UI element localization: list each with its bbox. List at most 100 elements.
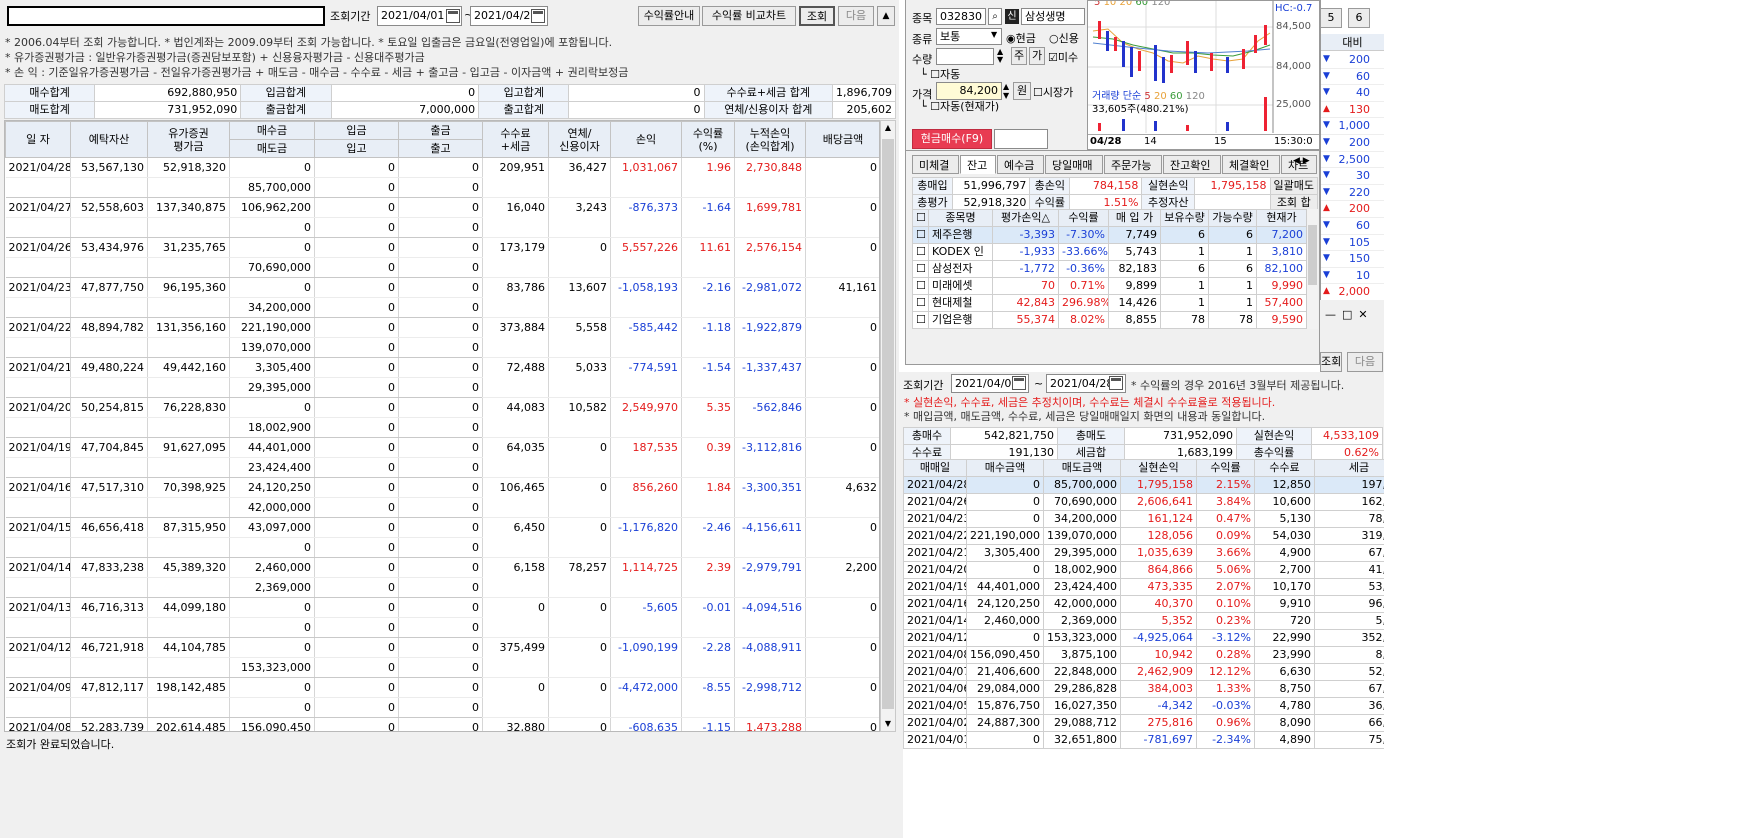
collapse-up-icon[interactable]: ▲ <box>877 6 895 26</box>
calendar-icon[interactable] <box>1109 376 1123 390</box>
hoga-row[interactable]: ▼ 40 <box>1321 85 1384 102</box>
hoga-row[interactable]: ▼ 60 <box>1321 69 1384 86</box>
balance-row[interactable]: ☐ 미래에셋 70 0.71% 9,899 1 1 9,990 <box>912 277 1306 295</box>
balance-col-header[interactable]: 보유수량 <box>1160 209 1209 227</box>
realized-col-header[interactable]: 매수금액 <box>966 459 1044 477</box>
balance-col-header[interactable]: 매 입 가 <box>1108 209 1161 227</box>
realized-next-button[interactable]: 다음 <box>1347 352 1383 372</box>
hoga-row[interactable]: ▼ 200 <box>1321 135 1384 152</box>
hoga-row[interactable]: ▲ 200 <box>1321 201 1384 218</box>
balance-row[interactable]: ☐ 기업은행 55,374 8.02% 8,855 78 78 9,590 <box>912 311 1306 329</box>
table-row[interactable]: 2021/04/23 47,877,750 96,195,360 0 0 0 83,786 1… <box>5 277 879 318</box>
table-row[interactable]: 2021/04/16 47,517,310 70,398,925 24,120,250… <box>5 477 879 518</box>
search-button[interactable]: 조회 <box>799 6 835 26</box>
tab-1[interactable]: 잔고 <box>960 155 996 174</box>
realized-col-header[interactable]: 매매일 <box>903 459 967 477</box>
hoga-row[interactable]: ▼ 30 <box>1321 168 1384 185</box>
realized-col-header[interactable]: 세금 <box>1314 459 1384 477</box>
stepper-icon[interactable]: ▲ ▼ <box>997 48 1003 64</box>
radio-credit[interactable]: ○신용 <box>1049 30 1079 46</box>
hoga-row[interactable]: ▼ 1,000 <box>1321 118 1384 135</box>
realized-col-header[interactable]: 수수료 <box>1254 459 1315 477</box>
table-row[interactable]: 2021/04/28 53,567,130 52,918,320 0 0 0 209,951… <box>5 157 879 198</box>
balance-col-header[interactable]: 평가손익△ <box>992 209 1059 227</box>
table-row[interactable]: 2021/04/14 47,833,238 45,389,320 2,460,000 0… <box>5 557 879 598</box>
realized-row[interactable]: 2021/04/05 15,876,750 16,027,350 -4,342 -0.0… <box>903 697 1384 715</box>
row-checkbox[interactable]: ☐ <box>912 311 929 329</box>
calendar-icon[interactable] <box>1012 376 1026 390</box>
tab-3[interactable]: 당일매매 <box>1045 155 1103 174</box>
buy-qty-field[interactable] <box>994 129 1048 149</box>
search-icon[interactable]: ⌕ <box>988 8 1002 25</box>
hoga-row[interactable]: ▲ 130 <box>1321 102 1384 119</box>
balance-col-header[interactable]: 수익률 <box>1058 209 1109 227</box>
table-row[interactable]: 2021/04/20 50,254,815 76,228,830 0 0 0 44,083 1… <box>5 397 879 438</box>
daily-table-scrollbar[interactable]: ▲ ▼ <box>880 120 896 732</box>
hoga-row[interactable]: ▲ 2,000 <box>1321 284 1384 301</box>
realized-row[interactable]: 2021/04/16 24,120,250 42,000,000 40,370 0.10… <box>903 595 1384 613</box>
realized-col-header[interactable]: 실현손익 <box>1120 459 1197 477</box>
tab-2[interactable]: 예수금 <box>997 155 1044 174</box>
qty-price-button[interactable]: 가 <box>1029 47 1045 65</box>
auto-current-checkbox[interactable]: └ ☐자동(현재가) <box>920 98 999 114</box>
row-checkbox[interactable]: ☐ <box>912 226 929 244</box>
realized-row[interactable]: 2021/04/21 3,305,400 29,395,000 1,035,639 3.… <box>903 544 1384 562</box>
qty-share-button[interactable]: 주 <box>1011 47 1027 65</box>
table-row[interactable]: 2021/04/15 46,656,418 87,315,950 43,097,000… <box>5 517 879 558</box>
stepper-icon[interactable]: ▲ ▼ <box>1003 82 1009 100</box>
row-checkbox[interactable]: ☐ <box>912 277 929 295</box>
market-price-checkbox[interactable]: ☐시장가 <box>1033 84 1073 100</box>
radio-cash[interactable]: ◉현금 <box>1006 30 1036 46</box>
tab-scroll-icon[interactable]: ◀ ▶ <box>1293 156 1310 166</box>
table-row[interactable]: 2021/04/19 47,704,845 91,627,095 44,401,000… <box>5 437 879 478</box>
tab-6[interactable]: 체결확인 <box>1222 155 1280 174</box>
minimize-icon[interactable]: — <box>1325 308 1342 321</box>
table-row[interactable]: 2021/04/22 48,894,782 131,356,160 221,190,0… <box>5 317 879 358</box>
realized-row[interactable]: 2021/04/06 29,084,000 29,286,828 384,003 1.3… <box>903 680 1384 698</box>
tab-0[interactable]: 미체결 <box>912 155 959 174</box>
table-row[interactable]: 2021/04/26 53,434,976 31,235,765 0 0 0 173,179… <box>5 237 879 278</box>
tab-5[interactable]: 잔고확인 <box>1163 155 1221 174</box>
calendar-icon[interactable] <box>531 9 545 23</box>
hoga-row[interactable]: ▼ 105 <box>1321 235 1384 252</box>
table-row[interactable]: 2021/04/13 46,716,313 44,099,180 0 0 0 0 0 -5,60… <box>5 597 879 638</box>
realized-row[interactable]: 2021/04/20 0 18,002,900 864,866 5.06% 2,700 41… <box>903 561 1384 579</box>
calendar-icon[interactable] <box>446 9 460 23</box>
row-checkbox[interactable]: ☐ <box>912 243 929 261</box>
hoga-row[interactable]: ▼ 220 <box>1321 185 1384 202</box>
select-all-checkbox[interactable]: ☐ <box>912 209 929 227</box>
hoga-tab[interactable]: 6 <box>1348 8 1370 28</box>
realized-row[interactable]: 2021/04/07 21,406,600 22,848,000 2,462,909 1… <box>903 663 1384 681</box>
balance-col-header[interactable]: 종목명 <box>928 209 993 227</box>
maximize-icon[interactable]: □ <box>1342 308 1358 321</box>
balance-scrollbar[interactable] <box>1306 209 1318 329</box>
realized-row[interactable]: 2021/04/01 0 32,651,800 -781,697 -2.34% 4,890… <box>903 731 1384 749</box>
balance-row[interactable]: ☐ 현대제철 42,843 296.98% 14,426 1 1 57,400 <box>912 294 1306 312</box>
scroll-down-icon[interactable]: ▼ <box>881 717 895 731</box>
balance-row[interactable]: ☐ 제주은행 -3,393 -7.30% 7,749 6 6 7,200 <box>912 226 1306 244</box>
scroll-thumb[interactable] <box>882 139 894 709</box>
scroll-thumb[interactable] <box>1308 225 1317 285</box>
balance-row[interactable]: ☐ 삼성전자 -1,772 -0.36% 82,183 6 6 82,100 <box>912 260 1306 278</box>
auto-checkbox[interactable]: └ ☐자동 <box>920 66 960 82</box>
table-row[interactable]: 2021/04/27 52,558,603 137,340,875 106,962,2… <box>5 197 879 238</box>
realized-row[interactable]: 2021/04/23 0 34,200,000 161,124 0.47% 5,130 78… <box>903 510 1384 528</box>
table-row[interactable]: 2021/04/21 49,480,224 49,442,160 3,305,400 0… <box>5 357 879 398</box>
balance-col-header[interactable]: 현재가 <box>1256 209 1306 227</box>
daily-table-wrap[interactable]: 일 자 예탁자산 유가증권 평가금 매수금 입금 출금 수수료 +세금 연체/ … <box>4 120 880 732</box>
realized-row[interactable]: 2021/04/28 0 85,700,000 1,795,158 2.15% 12,85… <box>903 476 1384 494</box>
row-checkbox[interactable]: ☐ <box>912 294 929 312</box>
next-button[interactable]: 다음 <box>838 6 874 26</box>
qty-input[interactable] <box>936 48 994 65</box>
stock-code-input[interactable]: 032830 <box>936 8 986 25</box>
account-input[interactable] <box>7 6 325 26</box>
realized-row[interactable]: 2021/04/14 2,460,000 2,369,000 5,352 0.23% 72… <box>903 612 1384 630</box>
balance-row[interactable]: ☐ KODEX 인 -1,933 -33.66% 5,743 1 1 3,810 <box>912 243 1306 261</box>
rate-info-button[interactable]: 수익률안내 <box>638 6 700 26</box>
scroll-up-icon[interactable]: ▲ <box>881 121 895 135</box>
bulk-sell-button[interactable]: 일괄매도 <box>1269 177 1319 195</box>
realized-table-wrap[interactable]: 매매일 매수금액 매도금액 실현손익 수익률 수수료 세금 2021/04/28 0 85,70… <box>903 459 1384 838</box>
realized-row[interactable]: 2021/04/22 221,190,000 139,070,000 128,056 0… <box>903 527 1384 545</box>
realized-row[interactable]: 2021/04/19 44,401,000 23,424,400 473,335 2.0… <box>903 578 1384 596</box>
table-row[interactable]: 2021/04/12 46,721,918 44,104,785 0 0 0 375,499… <box>5 637 879 678</box>
